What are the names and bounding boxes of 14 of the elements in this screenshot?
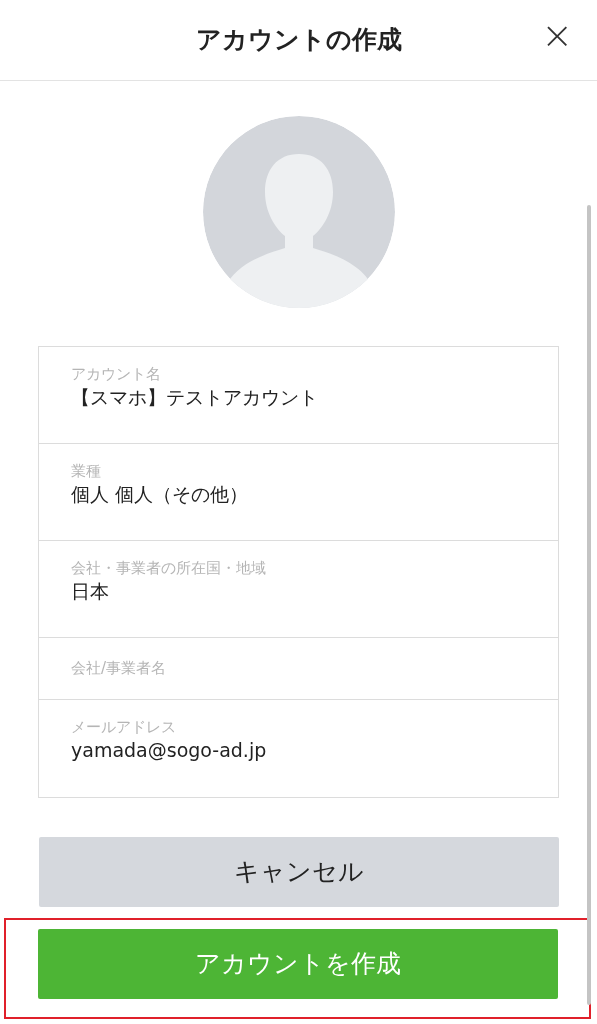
input-field[interactable]: 会社/事業者名 <box>71 638 526 698</box>
field-label: 業種 <box>71 462 102 480</box>
field-label: メールアドレス <box>71 718 177 736</box>
avatar-icon <box>202 116 395 308</box>
cancel-button[interactable]: キャンセル <box>38 837 559 907</box>
page-title: アカウントの作成 <box>195 24 402 57</box>
close-button[interactable]: × <box>537 16 577 54</box>
input-field[interactable]: 【スマホ】テストアカウント <box>71 383 526 412</box>
input-field[interactable]: 日本 <box>71 577 526 606</box>
input-field[interactable]: yamada@sogo-ad.jp <box>71 736 526 765</box>
scrollbar[interactable] <box>587 205 591 1005</box>
field-label: アカウント名 <box>71 365 162 383</box>
input-field[interactable]: 個人 個人（その他） <box>71 480 526 509</box>
field-label: 会社・事業者の所在国・地域 <box>71 559 267 577</box>
